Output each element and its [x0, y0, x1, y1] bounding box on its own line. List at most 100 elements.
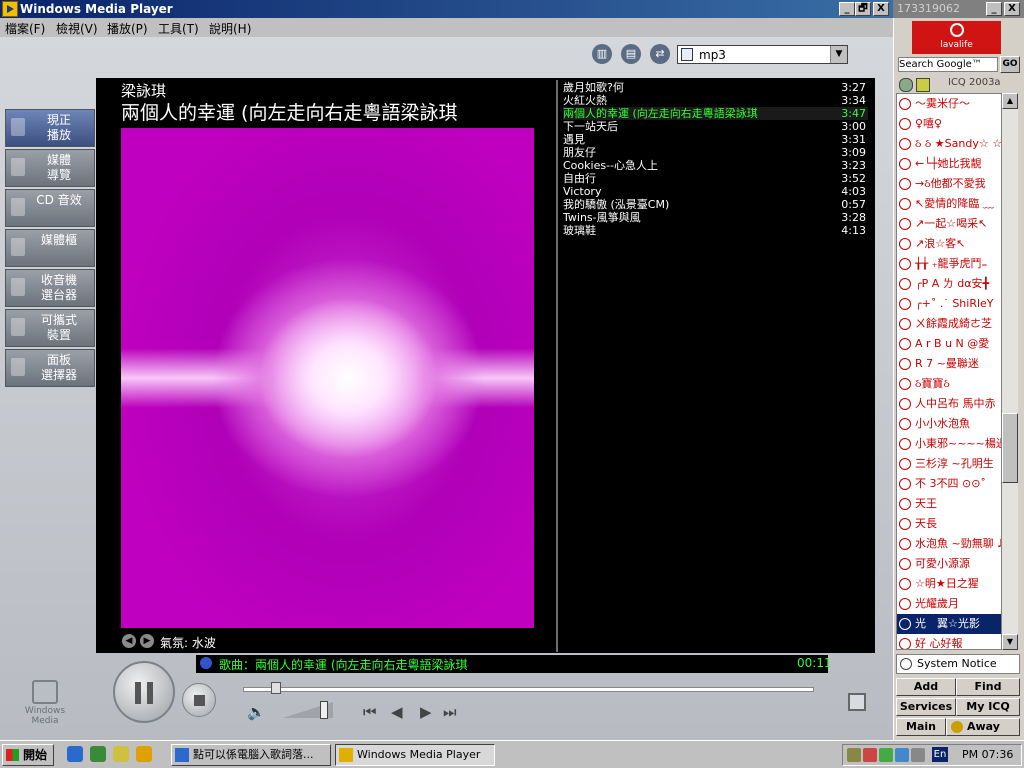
icq-close-button[interactable]: X [1004, 2, 1020, 16]
playlist-item[interactable]: Cookies--心急人上 3:23 [563, 159, 868, 172]
taskbar-task-wmp[interactable]: Windows Media Player [335, 744, 495, 766]
contact-item[interactable]: ㄨ餘霞成綺ㄜ芝 [897, 314, 1001, 334]
playlist-item[interactable]: 朋友仔 3:09 [563, 146, 868, 159]
chevron-down-icon[interactable]: ▼ [830, 46, 847, 63]
previous-track-icon[interactable]: ⏮ [363, 703, 377, 721]
contact-item[interactable]: ↗浪☆客↖ [897, 234, 1001, 254]
menu-help[interactable]: 說明(H) [209, 20, 251, 37]
playlist-item[interactable]: 兩個人的幸運 (向左走向右走粵語梁詠琪 3:47 [563, 107, 868, 120]
contact-item[interactable]: ←└┼她比我靚 [897, 154, 1001, 174]
nav-portable-device[interactable]: 可攜式 裝置 [5, 309, 95, 347]
compact-mode-icon[interactable] [848, 693, 866, 711]
tray-icon-4[interactable] [895, 748, 909, 762]
menu-tools[interactable]: 工具(T) [158, 20, 199, 37]
scroll-thumb[interactable] [1002, 413, 1018, 483]
my-icq-button[interactable]: My ICQ [956, 698, 1020, 716]
desktop-quicklaunch-icon[interactable] [90, 746, 106, 762]
contact-item[interactable]: 好 心好報 [897, 634, 1001, 649]
contact-item[interactable]: ╭P A ㄌ dα安╋ [897, 274, 1001, 294]
contact-item[interactable]: 小東邪~~~~楊過 [897, 434, 1001, 454]
contact-item[interactable]: 水泡魚 ~勁無聊 ♪ [897, 534, 1001, 554]
wmp-quicklaunch-icon[interactable] [136, 746, 152, 762]
playlist-item[interactable]: 火紅火熱 3:34 [563, 94, 868, 107]
wmp-titlebar[interactable]: Windows Media Player [0, 0, 893, 18]
nav-skin-chooser[interactable]: 面板 選擇器 [5, 349, 95, 387]
language-indicator[interactable]: En [932, 747, 948, 762]
contact-item[interactable]: ઠ ઠ ★Sandy☆ ☆ [897, 134, 1001, 154]
clock[interactable]: PM 07:36 [962, 748, 1013, 761]
nav-radio-tuner[interactable]: 收音機 選台器 [5, 269, 95, 307]
tray-icon-5[interactable] [911, 748, 925, 762]
lavalife-ad[interactable]: lavalife [912, 21, 1001, 54]
contact-item[interactable]: 光 翼☆光影 [897, 614, 1001, 634]
tray-icon-1[interactable] [847, 748, 861, 762]
playlist-item[interactable]: 玻璃鞋 4:13 [563, 224, 868, 237]
main-button[interactable]: Main [896, 718, 946, 736]
shuffle-icon[interactable]: ⇄ [650, 44, 670, 64]
nav-media-library[interactable]: 媒體櫃 [5, 229, 95, 267]
contact-list-scrollbar[interactable]: ▲ ▼ [1002, 93, 1018, 650]
next-visualization-icon[interactable]: ▶ [140, 634, 154, 648]
equalizer-icon[interactable]: ▥ [592, 44, 612, 64]
scroll-down-icon[interactable]: ▼ [1002, 634, 1018, 650]
google-go-button[interactable]: GO [1000, 56, 1020, 73]
contact-item[interactable]: ↗一起☆喝采↖ [897, 214, 1001, 234]
contact-item[interactable]: 可愛小源源 [897, 554, 1001, 574]
contact-item[interactable]: 人中呂布 馬中赤 [897, 394, 1001, 414]
system-notice[interactable]: System Notice [896, 654, 1020, 674]
rewind-icon[interactable]: ◀ [391, 703, 403, 721]
prev-visualization-icon[interactable]: ◀ [122, 634, 136, 648]
add-button[interactable]: Add [896, 678, 956, 696]
contact-item[interactable]: 不 3不四 ⊙⊙˚ [897, 474, 1001, 494]
scroll-up-icon[interactable]: ▲ [1002, 93, 1018, 109]
display-divider[interactable] [556, 80, 558, 652]
nav-cd-audio[interactable]: CD 音效 [5, 189, 95, 227]
seek-bar[interactable] [243, 687, 814, 692]
services-icon[interactable] [916, 78, 930, 92]
media-list-select[interactable]: mp3 ▼ [677, 45, 848, 64]
mute-icon[interactable]: 🔈 [247, 703, 266, 721]
away-status-button[interactable]: Away [946, 718, 1020, 736]
contact-item[interactable]: 三杉淳 ~孔明生 [897, 454, 1001, 474]
contact-item[interactable]: →ઠ他都不愛我 [897, 174, 1001, 194]
playlist-item[interactable]: 我的驕傲 (泓景臺CM) 0:57 [563, 198, 868, 211]
contact-item[interactable]: ઠ寶寶ઠ [897, 374, 1001, 394]
contact-item[interactable]: ～霙米仔～ [897, 94, 1001, 114]
contact-item[interactable]: 天王 [897, 494, 1001, 514]
status-flower-icon[interactable] [899, 78, 913, 92]
wmp-app-icon[interactable] [2, 1, 18, 17]
contact-item[interactable]: ↖愛情的降臨 ﹏ [897, 194, 1001, 214]
contact-item[interactable]: ♀嘻♀ [897, 114, 1001, 134]
nav-now-playing[interactable]: 現正 播放 [5, 109, 95, 147]
menu-view[interactable]: 檢視(V) [56, 20, 98, 37]
tray-icon-2[interactable] [863, 748, 877, 762]
restore-button[interactable]: 🗗 [855, 2, 871, 16]
services-button[interactable]: Services [896, 698, 956, 716]
icq-minimize-button[interactable]: _ [986, 2, 1002, 16]
playlist-item[interactable]: Twins-風箏與風 3:28 [563, 211, 868, 224]
menu-file[interactable]: 檔案(F) [5, 20, 45, 37]
playlist-view-icon[interactable]: ▤ [621, 44, 641, 64]
contact-item[interactable]: 光耀歲月 [897, 594, 1001, 614]
playlist-item[interactable]: 下一站天后 3:00 [563, 120, 868, 133]
find-users-button[interactable]: Find Users [956, 678, 1020, 709]
minimize-button[interactable]: _ [839, 2, 855, 16]
playlist-item[interactable]: 自由行 3:52 [563, 172, 868, 185]
volume-thumb[interactable] [320, 701, 328, 719]
contact-item[interactable]: ╭+˚ .˙ ShiRleY [897, 294, 1001, 314]
next-track-icon[interactable]: ⏭ [443, 703, 457, 721]
playlist-item[interactable]: Victory 4:03 [563, 185, 868, 198]
contact-item[interactable]: ╁╁ ₊龍爭虎鬥₌ [897, 254, 1001, 274]
tray-icon-3[interactable] [879, 748, 893, 762]
taskbar-task-browser[interactable]: 點可以係電腦入歌詞落... [171, 744, 331, 766]
start-button[interactable]: 開始 [2, 744, 54, 766]
pause-button[interactable] [113, 661, 175, 723]
stop-button[interactable] [182, 683, 216, 717]
visualization[interactable] [121, 128, 534, 628]
contact-item[interactable]: 小小水泡魚 [897, 414, 1001, 434]
close-button[interactable]: X [873, 2, 889, 16]
contact-item[interactable]: R 7 ~曼聯迷 [897, 354, 1001, 374]
seek-thumb[interactable] [271, 682, 282, 694]
ie-quicklaunch-icon[interactable] [67, 746, 83, 762]
nav-media-guide[interactable]: 媒體 導覽 [5, 149, 95, 187]
